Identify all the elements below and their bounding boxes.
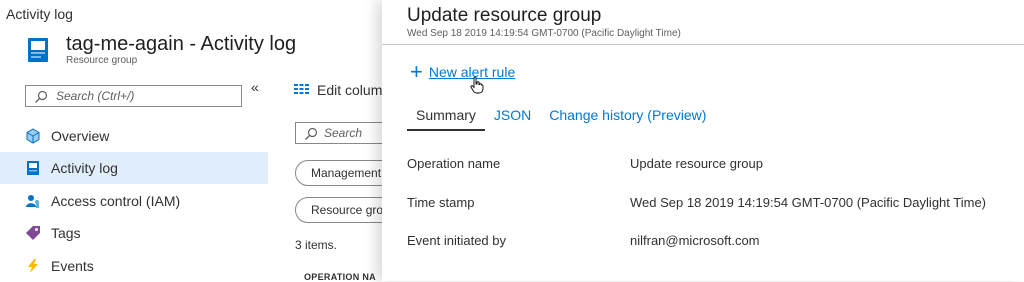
sidebar-search-placeholder: Search (Ctrl+/) [56,89,135,103]
edit-columns-button[interactable]: Edit column [294,82,390,98]
activity-log-icon [25,160,41,176]
columns-icon [294,82,309,98]
event-initiated-by-label: Event initiated by [407,233,507,248]
breadcrumb[interactable]: Activity log [6,6,73,22]
items-count: 3 items. [295,238,338,252]
activity-search-input[interactable]: Search [295,122,395,144]
sidebar-item-tags[interactable]: Tags [0,217,268,249]
edit-columns-label: Edit column [317,82,391,98]
sidebar-item-access-control[interactable]: Access control (IAM) [0,185,268,217]
search-icon [34,90,48,109]
sidebar-search-input[interactable]: Search (Ctrl+/) [25,85,242,107]
sidebar-item-events[interactable]: Events [0,250,268,282]
activity-log-resource-icon [26,37,52,63]
lightning-icon [25,258,41,274]
divider [382,44,1024,45]
overview-icon [25,128,41,144]
sidebar-item-activity-log[interactable]: Activity log [0,152,268,184]
hand-cursor-icon [470,76,484,99]
new-alert-rule-button[interactable]: + New alert rule [410,59,515,84]
sidebar-item-label: Activity log [51,160,118,176]
sidebar-item-label: Events [51,258,94,274]
page-subtitle: Resource group [66,55,138,66]
tab-change-history[interactable]: Change history (Preview) [540,105,715,131]
time-stamp-label: Time stamp [407,195,475,210]
page-title: tag-me-again - Activity log [66,33,297,55]
detail-panel: Update resource group Wed Sep 18 2019 14… [382,0,1024,281]
panel-title: Update resource group [407,5,602,26]
tab-bar: Summary JSON Change history (Preview) [407,105,715,131]
panel-subtitle: Wed Sep 18 2019 14:19:54 GMT-0700 (Pacif… [407,28,681,39]
plus-icon: + [410,59,423,84]
event-initiated-by-value: nilfran@microsoft.com [630,233,760,248]
sidebar-item-label: Tags [51,225,81,241]
tab-summary[interactable]: Summary [407,105,485,131]
search-icon [304,127,318,146]
tag-icon [25,225,41,241]
sidebar-item-label: Access control (IAM) [51,193,181,209]
operation-name-label: Operation name [407,156,501,171]
operation-name-value: Update resource group [630,156,763,171]
sidebar-item-overview[interactable]: Overview [0,120,268,152]
tab-json[interactable]: JSON [485,105,540,131]
collapse-sidebar-button[interactable]: « [251,79,259,95]
access-control-icon [25,193,41,209]
sidebar-item-label: Overview [51,128,110,144]
activity-search-placeholder: Search [324,126,363,140]
time-stamp-value: Wed Sep 18 2019 14:19:54 GMT-0700 (Pacif… [630,195,987,210]
